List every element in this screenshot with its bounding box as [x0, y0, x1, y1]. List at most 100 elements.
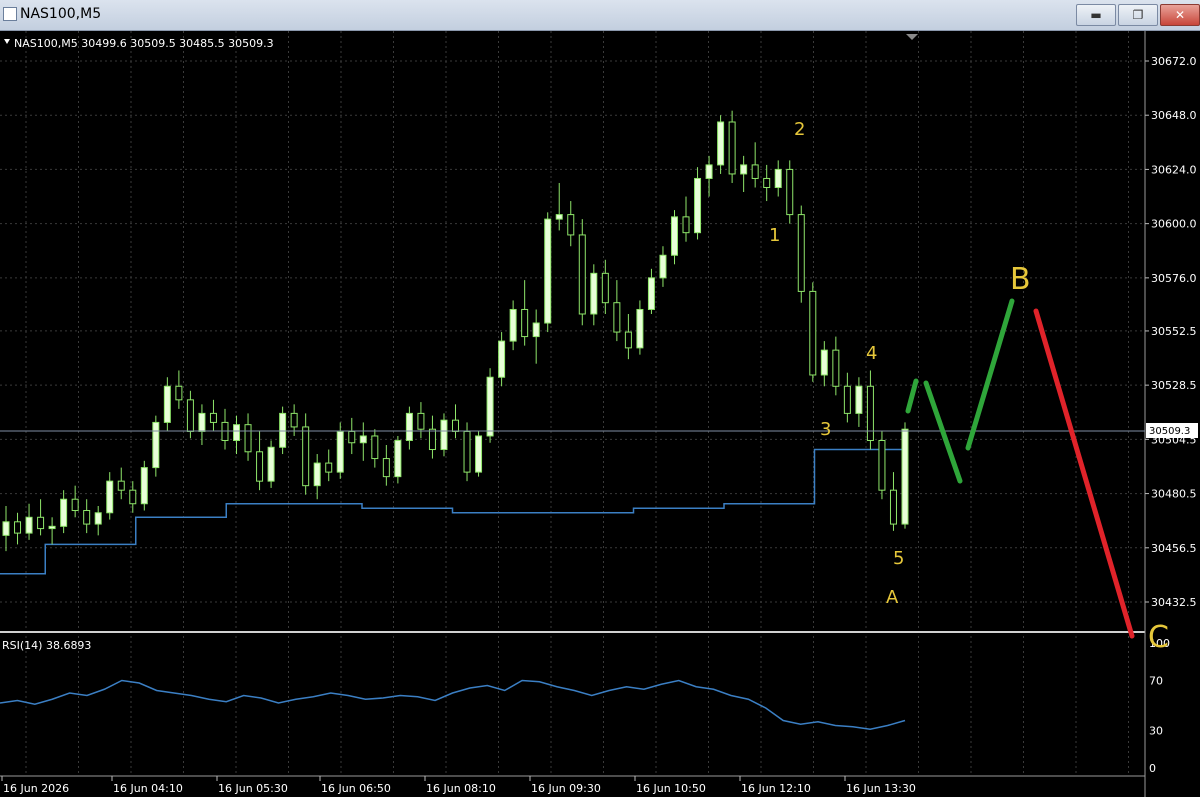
- time-tick-label: 16 Jun 13:30: [846, 782, 916, 795]
- projection-up-2: [965, 298, 1015, 451]
- maximize-button[interactable]: ❐: [1118, 4, 1158, 26]
- candle-body: [763, 177, 771, 188]
- candle-body: [60, 498, 68, 527]
- dropdown-triangle-icon: [4, 39, 10, 44]
- candle-body: [878, 439, 886, 491]
- candle-body: [175, 385, 183, 401]
- close-button[interactable]: ✕: [1160, 4, 1200, 26]
- rsi-polyline: [0, 679, 906, 731]
- candle-body: [233, 424, 241, 441]
- candle-body: [463, 430, 471, 473]
- candle-body: [428, 428, 436, 451]
- candle-body: [71, 498, 79, 512]
- projection-group: [905, 298, 1135, 639]
- candle-body: [647, 277, 655, 310]
- ma-polyline: [0, 448, 905, 575]
- time-tick-label: 16 Jun 06:50: [321, 782, 391, 795]
- candle-body: [359, 435, 367, 444]
- price-chart[interactable]: NAS100,M5 30499.6 30509.5 30485.5 30509.…: [0, 31, 1200, 797]
- candle-body: [855, 385, 863, 414]
- price-tick-label: 30672.0: [1151, 55, 1197, 68]
- candle-body: [290, 412, 298, 428]
- moving-average-line: [0, 448, 905, 575]
- candle-body: [336, 430, 344, 473]
- time-tick-label: 16 Jun 09:30: [531, 782, 601, 795]
- candle-body: [48, 525, 56, 530]
- chart-window-icon: [3, 7, 17, 21]
- candle-body: [751, 164, 759, 179]
- candle-body: [394, 439, 402, 478]
- rsi-tick-label: 70: [1149, 675, 1163, 688]
- candle-body: [555, 214, 563, 220]
- projection-down-c: [1033, 308, 1135, 639]
- candle-body: [14, 521, 22, 534]
- candle-body: [198, 412, 206, 432]
- candle-body: [797, 214, 805, 292]
- candle-body: [313, 462, 321, 487]
- candle-body: [889, 489, 897, 525]
- candle-body: [832, 349, 840, 387]
- candle-body: [186, 399, 194, 432]
- candle-body: [705, 164, 713, 179]
- candle-body: [636, 308, 644, 349]
- candle-body: [25, 516, 33, 534]
- candle-body: [786, 168, 794, 216]
- rsi-header: RSI(14) 38.6893: [2, 639, 91, 652]
- price-tick-label: 30576.0: [1151, 272, 1197, 285]
- price-tick-label: 30624.0: [1151, 163, 1197, 176]
- candle-body: [498, 340, 506, 378]
- candle-body: [820, 349, 828, 376]
- candle-body: [83, 510, 91, 525]
- candle-body: [209, 412, 217, 423]
- candle-body: [152, 421, 160, 469]
- candle-body: [140, 467, 148, 505]
- candle-body: [740, 164, 748, 175]
- candle-body: [521, 308, 529, 338]
- candle-body: [475, 435, 483, 473]
- candle-body: [567, 214, 575, 236]
- price-tick-label: 30552.5: [1151, 325, 1197, 338]
- candle-body: [163, 385, 171, 423]
- candle-body: [613, 302, 621, 333]
- candle-body: [682, 216, 690, 234]
- price-tick-label: 30456.5: [1151, 542, 1197, 555]
- candle-body: [244, 424, 252, 453]
- wave-label-c: C: [1148, 620, 1169, 655]
- candle-body: [94, 512, 102, 525]
- candle-body: [694, 177, 702, 234]
- rsi-tick-label: 30: [1149, 725, 1163, 738]
- window-title: NAS100,M5: [20, 6, 102, 22]
- time-tick-label: 16 Jun 2026: [3, 782, 69, 795]
- candle-body: [509, 308, 517, 342]
- price-axis: 30672.0 30648.0 30624.0 30600.0 30576.0 30552…: [1145, 55, 1197, 609]
- price-tick-label: 30480.5: [1151, 488, 1197, 501]
- wave-label-4: 4: [866, 343, 877, 364]
- candle-body: [486, 376, 494, 437]
- price-tick-label: 30432.5: [1151, 596, 1197, 609]
- price-tick-label: 30528.5: [1151, 379, 1197, 392]
- candle-body: [405, 412, 413, 441]
- candle-body: [670, 216, 678, 256]
- candle-body: [256, 451, 264, 482]
- candle-body: [129, 489, 137, 505]
- minimize-button[interactable]: ▬: [1076, 4, 1116, 26]
- candle-body: [659, 254, 667, 279]
- candle-body: [774, 168, 782, 188]
- wave-label-1: 1: [769, 225, 780, 246]
- candle-body: [624, 331, 632, 349]
- candle-body: [532, 322, 540, 338]
- projection-down-1: [923, 380, 963, 484]
- window-titlebar: NAS100,M5 ▬ ❐ ✕: [0, 0, 1200, 31]
- price-tick-label: 30648.0: [1151, 109, 1197, 122]
- candle-body: [590, 272, 598, 315]
- wave-label-5: 5: [893, 548, 904, 569]
- candle-body: [117, 480, 125, 491]
- candle-body: [601, 272, 609, 304]
- candle-body: [348, 430, 356, 444]
- candle-body: [717, 121, 725, 166]
- candle-body: [267, 446, 275, 482]
- wave-label-b: B: [1010, 262, 1031, 297]
- time-tick-label: 16 Jun 04:10: [113, 782, 183, 795]
- shift-marker-icon: [906, 34, 918, 40]
- candle-body: [440, 419, 448, 451]
